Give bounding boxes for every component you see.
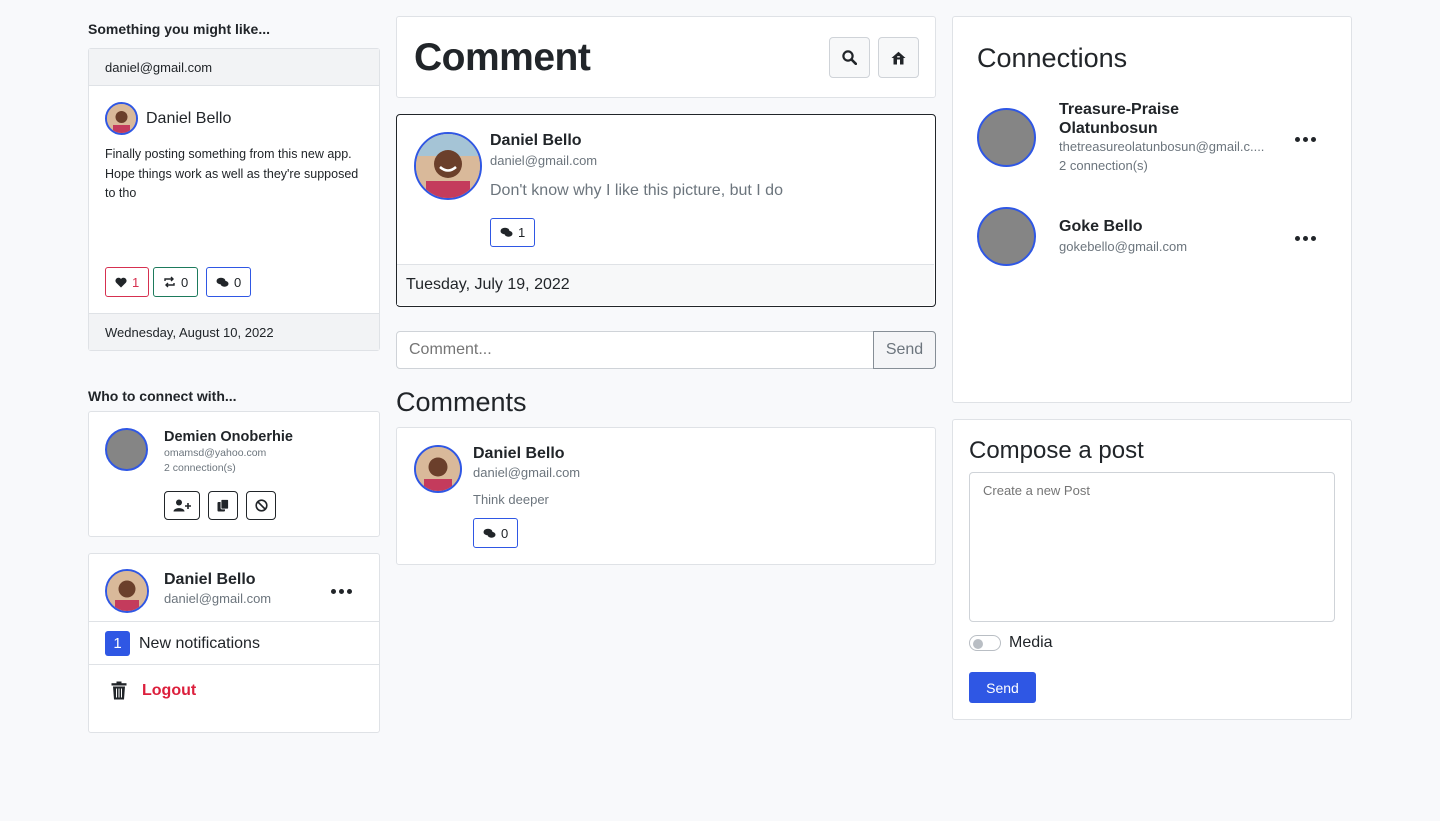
avatar[interactable]	[414, 132, 482, 200]
logout-label: Logout	[142, 681, 197, 699]
compose-card: Compose a post Media Send	[952, 419, 1352, 720]
suggested-post-header: daniel@gmail.com	[89, 49, 379, 86]
media-label: Media	[1009, 634, 1053, 651]
heart-icon	[115, 277, 127, 287]
like-button[interactable]: 1	[105, 267, 150, 297]
suggested-post-email: daniel@gmail.com	[105, 60, 213, 75]
connection-email: thetreasureolatunbosun@gmail.c....	[1059, 139, 1265, 154]
comments-count: 0	[501, 525, 509, 541]
media-toggle[interactable]	[969, 635, 1001, 651]
repost-count: 0	[181, 274, 189, 290]
comments-heading: Comments	[396, 387, 527, 417]
avatar[interactable]	[105, 569, 149, 613]
suggested-post-date: Wednesday, August 10, 2022	[105, 325, 274, 340]
comments-count: 0	[234, 274, 242, 290]
page-header: Comment	[396, 16, 936, 98]
divider	[89, 621, 379, 622]
notification-badge: 1	[105, 631, 130, 656]
block-icon	[254, 499, 268, 512]
comments-button[interactable]: 1	[490, 218, 536, 247]
profile-card: Daniel Bello daniel@gmail.com 1 New noti…	[88, 553, 380, 733]
notifications-label: New notifications	[139, 634, 260, 652]
connect-heading: Who to connect with...	[88, 388, 237, 404]
more-icon[interactable]	[1295, 137, 1316, 142]
search-button[interactable]	[829, 37, 870, 78]
compose-heading: Compose a post	[969, 437, 1144, 464]
comments-icon	[500, 227, 513, 237]
comment-email: daniel@gmail.com	[473, 465, 581, 480]
compose-send-button[interactable]: Send	[969, 672, 1036, 703]
connection-count: 2 connection(s)	[1059, 158, 1148, 173]
post-footer: Tuesday, July 19, 2022	[397, 264, 934, 305]
suggested-post-card[interactable]: daniel@gmail.com Daniel Bello Finally po…	[88, 48, 380, 351]
repost-button[interactable]: 0	[153, 267, 199, 297]
connection-name[interactable]: Treasure-Praise Olatunbosun	[1059, 100, 1239, 138]
comment-text: Think deeper	[473, 492, 549, 507]
connections-card: Connections Treasure-Praise Olatunbosun …	[952, 16, 1352, 403]
avatar[interactable]	[105, 428, 148, 471]
suggested-post-author[interactable]: Daniel Bello	[146, 110, 231, 128]
comment-card: Daniel Bello daniel@gmail.com Think deep…	[396, 427, 936, 565]
comment-input[interactable]	[396, 331, 874, 369]
connection-name[interactable]: Goke Bello	[1059, 218, 1143, 236]
comments-icon	[483, 528, 496, 538]
avatar[interactable]	[977, 108, 1036, 167]
suggestion-connections: 2 connection(s)	[164, 462, 236, 474]
post-text: Don't know why I like this picture, but …	[490, 182, 783, 199]
post-card: Daniel Bello daniel@gmail.com Don't know…	[396, 114, 936, 307]
connect-suggestion-card: Demien Onoberhie omamsd@yahoo.com 2 conn…	[88, 411, 380, 537]
suggestion-email: omamsd@yahoo.com	[164, 447, 267, 459]
home-icon	[891, 51, 906, 64]
send-comment-button[interactable]: Send	[873, 331, 936, 369]
page-title: Comment	[414, 36, 591, 79]
search-icon	[842, 50, 857, 65]
connections-heading: Connections	[977, 43, 1128, 73]
comments-count: 1	[518, 225, 526, 240]
logout-button[interactable]: Logout	[111, 681, 196, 700]
connection-email: gokebello@gmail.com	[1059, 239, 1188, 254]
trash-icon	[111, 681, 127, 700]
suggested-post-text: Finally posting something from this new …	[105, 147, 359, 200]
home-button[interactable]	[878, 37, 919, 78]
comments-button[interactable]: 0	[473, 518, 519, 548]
copy-icon	[217, 499, 229, 512]
comments-icon	[216, 277, 229, 287]
comment-author[interactable]: Daniel Bello	[473, 445, 565, 463]
avatar[interactable]	[977, 207, 1036, 266]
add-user-icon	[173, 499, 191, 512]
add-connection-button[interactable]	[164, 491, 200, 520]
more-icon[interactable]	[331, 589, 352, 594]
post-email: daniel@gmail.com	[490, 153, 598, 168]
compose-textarea[interactable]	[969, 472, 1335, 622]
profile-name[interactable]: Daniel Bello	[164, 571, 256, 589]
avatar[interactable]	[414, 445, 462, 493]
block-button[interactable]	[246, 491, 276, 520]
post-date: Tuesday, July 19, 2022	[406, 276, 570, 293]
toggle-knob	[973, 638, 983, 649]
like-count: 1	[132, 274, 140, 290]
comments-button[interactable]: 0	[206, 267, 252, 297]
avatar[interactable]	[105, 102, 138, 135]
notifications-link[interactable]: 1 New notifications	[105, 631, 260, 656]
divider	[89, 664, 379, 665]
suggested-heading: Something you might like...	[88, 21, 271, 37]
copy-button[interactable]	[208, 491, 238, 520]
more-icon[interactable]	[1295, 236, 1316, 241]
profile-email: daniel@gmail.com	[164, 591, 272, 606]
repost-icon	[164, 276, 175, 288]
post-author[interactable]: Daniel Bello	[490, 132, 582, 150]
suggested-post-footer: Wednesday, August 10, 2022	[89, 313, 379, 350]
suggestion-name[interactable]: Demien Onoberhie	[164, 429, 293, 445]
